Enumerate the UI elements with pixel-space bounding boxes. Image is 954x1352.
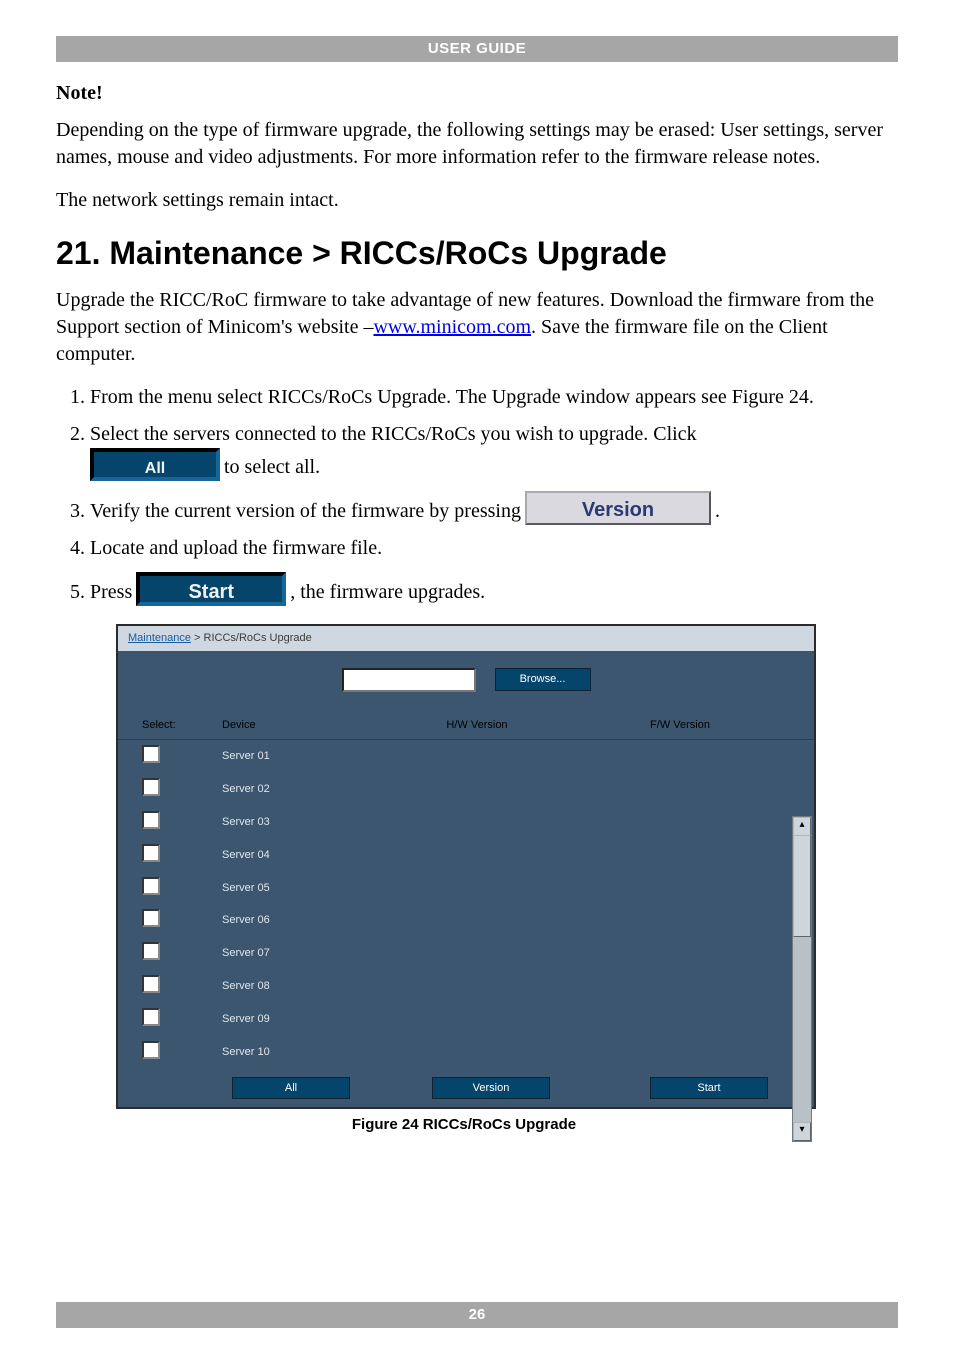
device-cell: Server 10: [222, 1045, 372, 1060]
scroll-down-button[interactable]: [793, 1122, 811, 1141]
select-checkbox[interactable]: [142, 975, 160, 993]
footer-bar: 26: [56, 1302, 898, 1328]
figure-start-button[interactable]: Start: [650, 1077, 768, 1100]
start-button-inline[interactable]: Start: [136, 572, 286, 606]
col-select-header: Select:: [142, 718, 222, 733]
device-cell: Server 08: [222, 979, 372, 994]
version-button-inline[interactable]: Version: [525, 491, 711, 525]
device-cell: Server 07: [222, 946, 372, 961]
breadcrumb-leaf: RICCs/RoCs Upgrade: [204, 632, 312, 644]
figure-version-button[interactable]: Version: [432, 1077, 550, 1100]
device-cell: Server 01: [222, 749, 372, 764]
intro-paragraph: Upgrade the RICC/RoC firmware to take ad…: [56, 287, 898, 368]
step-5-post: , the firmware upgrades.: [290, 579, 485, 606]
col-device-header: Device: [222, 718, 372, 733]
step-3: Verify the current version of the firmwa…: [90, 491, 898, 525]
figure-caption: Figure 24 RICCs/RoCs Upgrade: [116, 1115, 812, 1135]
select-checkbox[interactable]: [142, 844, 160, 862]
select-checkbox[interactable]: [142, 811, 160, 829]
select-checkbox[interactable]: [142, 877, 160, 895]
col-fw-header: F/W Version: [582, 718, 778, 733]
firmware-path-input[interactable]: [342, 668, 476, 692]
device-cell: Server 04: [222, 848, 372, 863]
table-row: Server 05: [118, 872, 814, 905]
device-cell: Server 05: [222, 881, 372, 896]
figure-all-button[interactable]: All: [232, 1077, 350, 1100]
select-checkbox[interactable]: [142, 1008, 160, 1026]
step-3-pre: Verify the current version of the firmwa…: [90, 498, 521, 525]
step-2-line1: Select the servers connected to the RICC…: [90, 421, 898, 448]
table-row: Server 07: [118, 937, 814, 970]
table-row: Server 02: [118, 773, 814, 806]
figure-24: Maintenance > RICCs/RoCs Upgrade Browse.…: [116, 624, 816, 1109]
select-checkbox[interactable]: [142, 942, 160, 960]
header-bar: USER GUIDE: [56, 36, 898, 62]
browse-button[interactable]: Browse...: [495, 668, 591, 691]
table-row: Server 09: [118, 1003, 814, 1036]
device-cell: Server 03: [222, 815, 372, 830]
figure-browse-row: Browse...: [118, 651, 814, 712]
breadcrumb-root[interactable]: Maintenance: [128, 632, 191, 644]
page-number: 26: [469, 1306, 486, 1323]
note-paragraph-2: The network settings remain intact.: [56, 187, 898, 214]
step-2: Select the servers connected to the RICC…: [90, 421, 898, 481]
select-checkbox[interactable]: [142, 909, 160, 927]
scrollbar[interactable]: [792, 816, 812, 1142]
col-hw-header: H/W Version: [372, 718, 582, 733]
steps-list: From the menu select RICCs/RoCs Upgrade.…: [56, 384, 898, 606]
table-row: Server 01: [118, 740, 814, 773]
device-cell: Server 09: [222, 1012, 372, 1027]
table-row: Server 03: [118, 806, 814, 839]
step-4: Locate and upload the firmware file.: [90, 535, 898, 562]
note-heading: Note!: [56, 80, 898, 107]
all-button-inline[interactable]: All: [90, 448, 220, 481]
select-checkbox[interactable]: [142, 745, 160, 763]
table-row: Server 04: [118, 839, 814, 872]
device-cell: Server 06: [222, 913, 372, 928]
figure-footer-buttons: All Version Start: [118, 1069, 814, 1108]
step-1: From the menu select RICCs/RoCs Upgrade.…: [90, 384, 898, 411]
step-5: Press Start , the firmware upgrades.: [90, 572, 898, 606]
table-row: Server 10: [118, 1036, 814, 1069]
breadcrumb-sep: >: [191, 632, 204, 644]
scroll-thumb[interactable]: [793, 835, 811, 937]
figure-table-body: Server 01 Server 02 Server 03 Server 04 …: [118, 740, 814, 1068]
figure-table-header: Select: Device H/W Version F/W Version: [118, 712, 814, 740]
scroll-up-button[interactable]: [793, 817, 811, 836]
minicom-link[interactable]: www.minicom.com: [373, 316, 531, 338]
table-row: Server 08: [118, 970, 814, 1003]
step-3-post: .: [715, 498, 720, 525]
table-row: Server 06: [118, 904, 814, 937]
note-paragraph-1: Depending on the type of firmware upgrad…: [56, 117, 898, 171]
figure-breadcrumb: Maintenance > RICCs/RoCs Upgrade: [118, 626, 814, 651]
device-cell: Server 02: [222, 782, 372, 797]
step-5-pre: Press: [90, 579, 132, 606]
header-title: USER GUIDE: [428, 40, 526, 57]
select-checkbox[interactable]: [142, 1041, 160, 1059]
select-checkbox[interactable]: [142, 778, 160, 796]
step-2-line2: to select all.: [224, 454, 320, 481]
section-heading: 21. Maintenance > RICCs/RoCs Upgrade: [56, 232, 898, 275]
